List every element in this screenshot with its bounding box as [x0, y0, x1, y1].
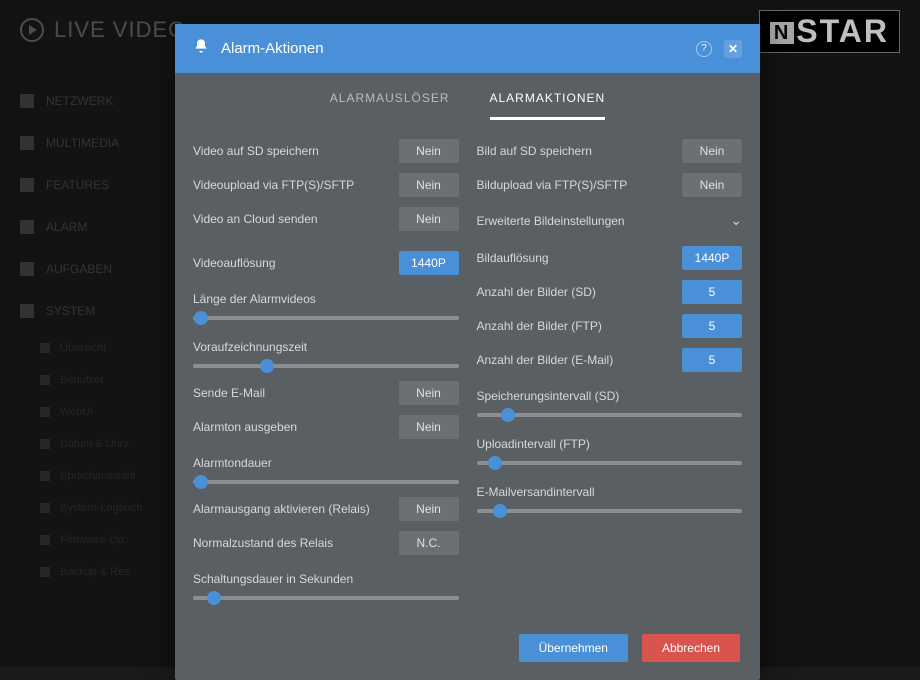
help-icon[interactable]: ? [696, 41, 712, 57]
label-tone-duration: Alarmtondauer [193, 456, 459, 470]
input-count-email[interactable]: 5 [682, 348, 742, 372]
select-video-resolution[interactable]: 1440P [399, 251, 459, 275]
toggle-video-ftp[interactable]: Nein [399, 173, 459, 197]
slider-interval-sd[interactable] [477, 413, 743, 417]
modal-header: Alarm-Aktionen ? ✕ [175, 24, 760, 73]
close-icon[interactable]: ✕ [724, 40, 742, 58]
input-count-ftp[interactable]: 5 [682, 314, 742, 338]
row-video-cloud: Video an Cloud sendenNein [193, 204, 459, 234]
slider-interval-email[interactable] [477, 509, 743, 513]
chevron-down-icon: ⌄ [730, 212, 742, 229]
toggle-alarm-tone[interactable]: Nein [399, 415, 459, 439]
row-count-sd: Anzahl der Bilder (SD)5 [477, 277, 743, 307]
row-count-email: Anzahl der Bilder (E-Mail)5 [477, 345, 743, 375]
toggle-image-sd[interactable]: Nein [682, 139, 742, 163]
label-video-length: Länge der Alarmvideos [193, 292, 459, 306]
row-video-sd: Video auf SD speichernNein [193, 136, 459, 166]
slider-switch-duration[interactable] [193, 596, 459, 600]
label-advanced-image: Erweiterte Bildeinstellungen [477, 214, 625, 228]
apply-button[interactable]: Übernehmen [519, 634, 628, 662]
toggle-video-sd[interactable]: Nein [399, 139, 459, 163]
slider-thumb[interactable] [488, 456, 502, 470]
row-relay-state: Normalzustand des RelaisN.C. [193, 528, 459, 558]
toggle-image-ftp[interactable]: Nein [682, 173, 742, 197]
expand-advanced-image[interactable]: Erweiterte Bildeinstellungen ⌄ [477, 204, 743, 239]
row-relay: Alarmausgang aktivieren (Relais)Nein [193, 494, 459, 524]
row-image-res: Bildauflösung1440P [477, 243, 743, 273]
slider-interval-ftp[interactable] [477, 461, 743, 465]
alarm-actions-modal: Alarm-Aktionen ? ✕ ALARMAUSLÖSER ALARMAK… [175, 24, 760, 680]
label-interval-ftp: Uploadintervall (FTP) [477, 437, 743, 451]
modal-footer: Übernehmen Abbrechen [175, 618, 760, 680]
left-column: Video auf SD speichernNein Videoupload v… [193, 136, 459, 610]
tab-alarm-actions[interactable]: ALARMAKTIONEN [490, 91, 606, 120]
row-image-sd: Bild auf SD speichernNein [477, 136, 743, 166]
row-image-ftp: Bildupload via FTP(S)/SFTPNein [477, 170, 743, 200]
slider-video-length[interactable] [193, 316, 459, 320]
slider-thumb[interactable] [207, 591, 221, 605]
toggle-video-cloud[interactable]: Nein [399, 207, 459, 231]
slider-tone-duration[interactable] [193, 480, 459, 484]
label-switch-duration: Schaltungsdauer in Sekunden [193, 572, 459, 586]
toggle-relay[interactable]: Nein [399, 497, 459, 521]
cancel-button[interactable]: Abbrechen [642, 634, 740, 662]
bell-icon [193, 38, 209, 59]
row-video-ftp: Videoupload via FTP(S)/SFTPNein [193, 170, 459, 200]
row-email: Sende E-MailNein [193, 378, 459, 408]
label-interval-email: E-Mailversandintervall [477, 485, 743, 499]
label-interval-sd: Speicherungsintervall (SD) [477, 389, 743, 403]
right-column: Bild auf SD speichernNein Bildupload via… [477, 136, 743, 610]
slider-pre-record[interactable] [193, 364, 459, 368]
label-pre-record: Voraufzeichnungszeit [193, 340, 459, 354]
row-alarm-tone: Alarmton ausgebenNein [193, 412, 459, 442]
toggle-email[interactable]: Nein [399, 381, 459, 405]
modal-title: Alarm-Aktionen [221, 40, 684, 57]
input-count-sd[interactable]: 5 [682, 280, 742, 304]
slider-thumb[interactable] [493, 504, 507, 518]
slider-thumb[interactable] [260, 359, 274, 373]
modal-tabs: ALARMAUSLÖSER ALARMAKTIONEN [175, 73, 760, 120]
slider-thumb[interactable] [501, 408, 515, 422]
row-video-res: Videoauflösung1440P [193, 248, 459, 278]
slider-thumb[interactable] [194, 311, 208, 325]
modal-body: Video auf SD speichernNein Videoupload v… [175, 120, 760, 618]
row-count-ftp: Anzahl der Bilder (FTP)5 [477, 311, 743, 341]
select-image-resolution[interactable]: 1440P [682, 246, 742, 270]
slider-thumb[interactable] [194, 475, 208, 489]
tab-alarm-trigger[interactable]: ALARMAUSLÖSER [330, 91, 450, 120]
select-relay-state[interactable]: N.C. [399, 531, 459, 555]
